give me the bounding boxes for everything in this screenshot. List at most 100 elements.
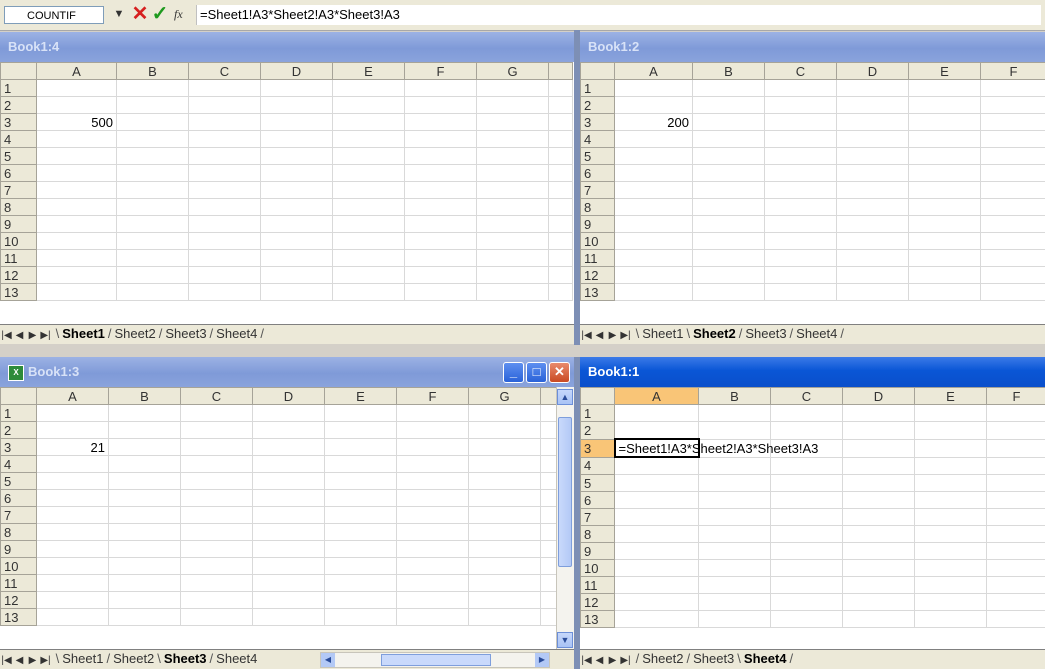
- column-header[interactable]: E: [914, 387, 987, 405]
- row-header[interactable]: 8: [0, 523, 37, 541]
- cell[interactable]: [260, 147, 333, 165]
- cell[interactable]: [540, 557, 557, 575]
- row-header[interactable]: 11: [580, 249, 615, 267]
- cell[interactable]: [698, 404, 771, 422]
- cell[interactable]: [980, 232, 1045, 250]
- cell[interactable]: [764, 181, 837, 199]
- cell[interactable]: [108, 591, 181, 609]
- cell[interactable]: [116, 164, 189, 182]
- cell[interactable]: [770, 404, 843, 422]
- cell[interactable]: [548, 164, 573, 182]
- cell[interactable]: [540, 523, 557, 541]
- row-header[interactable]: 4: [580, 456, 615, 475]
- cell[interactable]: [260, 249, 333, 267]
- column-header[interactable]: G: [468, 387, 541, 405]
- column-header[interactable]: F: [396, 387, 469, 405]
- cell[interactable]: [36, 266, 117, 284]
- cell[interactable]: [980, 147, 1045, 165]
- cell[interactable]: [188, 147, 261, 165]
- cell[interactable]: [540, 506, 557, 524]
- cell[interactable]: [396, 506, 469, 524]
- scroll-up-icon[interactable]: ▲: [557, 389, 573, 405]
- cell[interactable]: [116, 79, 189, 97]
- cell[interactable]: [836, 130, 909, 148]
- next-sheet-icon[interactable]: ▶: [606, 652, 619, 669]
- column-header-selected[interactable]: A: [614, 387, 699, 405]
- cell[interactable]: [914, 404, 987, 422]
- cell[interactable]: [396, 455, 469, 473]
- cell[interactable]: [692, 113, 765, 131]
- cell[interactable]: [698, 525, 771, 543]
- tab-sheet2[interactable]: Sheet2: [112, 325, 159, 343]
- cell[interactable]: [468, 455, 541, 473]
- cell[interactable]: [614, 232, 693, 250]
- row-header[interactable]: 11: [0, 249, 37, 267]
- cell[interactable]: [614, 576, 699, 594]
- row-header[interactable]: 9: [0, 215, 37, 233]
- cell[interactable]: [404, 232, 477, 250]
- cell[interactable]: [332, 113, 405, 131]
- cell[interactable]: [260, 181, 333, 199]
- cell[interactable]: [986, 456, 1045, 475]
- cell[interactable]: [324, 591, 397, 609]
- cell[interactable]: [36, 215, 117, 233]
- cell[interactable]: [914, 593, 987, 611]
- column-header[interactable]: D: [842, 387, 915, 405]
- cell[interactable]: [770, 474, 843, 492]
- cell[interactable]: [698, 508, 771, 526]
- cell[interactable]: [692, 147, 765, 165]
- cell[interactable]: [468, 421, 541, 439]
- row-header[interactable]: 12: [580, 593, 615, 611]
- row-header[interactable]: 2: [0, 96, 37, 114]
- cell[interactable]: [108, 506, 181, 524]
- tab-sheet3[interactable]: Sheet3: [690, 650, 737, 668]
- last-sheet-icon[interactable]: ▶|: [619, 327, 632, 344]
- cell[interactable]: [108, 574, 181, 592]
- cell-a3-editing[interactable]: =Sheet1!A3*Sheet2!A3*Sheet3!A3: [613, 438, 818, 458]
- cell[interactable]: [842, 421, 915, 440]
- cell[interactable]: [836, 181, 909, 199]
- prev-sheet-icon[interactable]: ◀: [13, 327, 26, 344]
- first-sheet-icon[interactable]: |◀: [0, 327, 13, 344]
- column-header[interactable]: F: [986, 387, 1045, 405]
- cell[interactable]: [116, 232, 189, 250]
- cell[interactable]: [914, 421, 987, 440]
- cell[interactable]: [692, 198, 765, 216]
- cell[interactable]: [476, 79, 549, 97]
- row-header[interactable]: 13: [580, 283, 615, 301]
- tab-sheet2[interactable]: Sheet2: [110, 650, 157, 668]
- cell[interactable]: [770, 421, 843, 440]
- cell[interactable]: [614, 456, 699, 475]
- cell[interactable]: [614, 164, 693, 182]
- cell[interactable]: [836, 283, 909, 301]
- row-header[interactable]: 12: [0, 591, 37, 609]
- cell[interactable]: [36, 130, 117, 148]
- cell[interactable]: [396, 608, 469, 626]
- cell[interactable]: [324, 608, 397, 626]
- cell[interactable]: [188, 181, 261, 199]
- row-header[interactable]: 8: [0, 198, 37, 216]
- row-header[interactable]: 13: [0, 283, 37, 301]
- cell[interactable]: [764, 215, 837, 233]
- cell[interactable]: [842, 438, 915, 458]
- cell[interactable]: [842, 576, 915, 594]
- cell[interactable]: [252, 404, 325, 422]
- cell[interactable]: [914, 474, 987, 492]
- cell[interactable]: [404, 283, 477, 301]
- cell[interactable]: [468, 506, 541, 524]
- cell[interactable]: [404, 164, 477, 182]
- cell[interactable]: [548, 130, 573, 148]
- row-header[interactable]: 8: [580, 525, 615, 543]
- cell[interactable]: [614, 491, 699, 509]
- tab-sheet1[interactable]: Sheet1: [59, 650, 106, 668]
- scroll-thumb[interactable]: [558, 417, 572, 567]
- close-icon[interactable]: ✕: [549, 362, 570, 383]
- cell[interactable]: [548, 232, 573, 250]
- cell[interactable]: [324, 557, 397, 575]
- row-header[interactable]: 1: [0, 79, 37, 97]
- cell[interactable]: [332, 147, 405, 165]
- column-header[interactable]: D: [836, 62, 909, 80]
- cell[interactable]: [836, 147, 909, 165]
- cell[interactable]: [332, 283, 405, 301]
- cell[interactable]: [614, 283, 693, 301]
